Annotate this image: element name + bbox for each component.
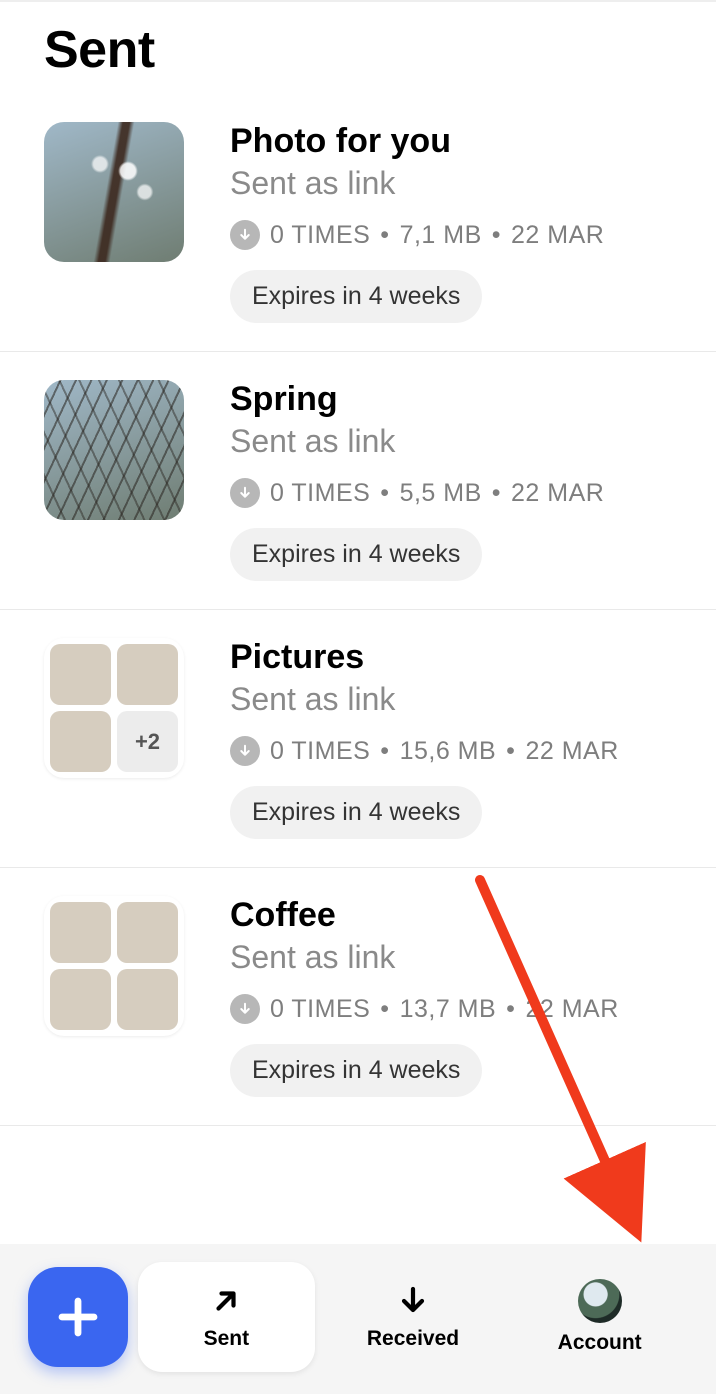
transfer-meta: Spring Sent as link 0 TIMES • 5,5 MB • 22… [230,380,692,581]
transfer-list: Photo for you Sent as link 0 TIMES • 7,1 … [0,94,716,1394]
transfer-subtitle: Sent as link [230,165,692,202]
thumbnail-cell [117,969,178,1030]
transfer-date: 22 MAR [511,479,604,508]
transfer-thumbnail [44,380,184,520]
page-title: Sent [44,20,672,80]
expiry-pill: Expires in 4 weeks [230,528,482,581]
download-count-icon [230,220,260,250]
avatar [578,1279,622,1323]
transfer-size: 15,6 MB [400,737,497,766]
transfer-subtitle: Sent as link [230,939,692,976]
expiry-pill: Expires in 4 weeks [230,1044,482,1097]
download-count: 0 TIMES [270,995,370,1024]
thumbnail-cell [117,902,178,963]
stats-separator: • [380,737,389,766]
transfer-row[interactable]: +2 Pictures Sent as link 0 TIMES • 15,6 MB… [0,610,716,868]
transfer-title: Pictures [230,638,692,677]
transfer-stats: 0 TIMES • 7,1 MB • 22 MAR [230,220,692,250]
transfer-row[interactable]: Spring Sent as link 0 TIMES • 5,5 MB • 22… [0,352,716,610]
stats-separator: • [506,737,515,766]
transfer-meta: Pictures Sent as link 0 TIMES • 15,6 MB •… [230,638,692,839]
transfer-title: Spring [230,380,692,419]
transfer-size: 7,1 MB [400,221,482,250]
transfer-row[interactable]: Coffee Sent as link 0 TIMES • 13,7 MB • 2… [0,868,716,1126]
transfer-date: 22 MAR [511,221,604,250]
stats-separator: • [492,221,501,250]
tab-account[interactable]: Account [511,1262,688,1372]
arrow-up-right-icon [208,1283,244,1319]
expiry-pill: Expires in 4 weeks [230,786,482,839]
plus-icon [54,1293,102,1341]
stats-separator: • [492,479,501,508]
transfer-size: 13,7 MB [400,995,497,1024]
transfer-meta: Coffee Sent as link 0 TIMES • 13,7 MB • 2… [230,896,692,1097]
transfer-stats: 0 TIMES • 5,5 MB • 22 MAR [230,478,692,508]
transfer-subtitle: Sent as link [230,681,692,718]
transfer-thumbnail [44,122,184,262]
transfer-meta: Photo for you Sent as link 0 TIMES • 7,1 … [230,122,692,323]
transfer-date: 22 MAR [525,995,618,1024]
stats-separator: • [380,995,389,1024]
expiry-pill: Expires in 4 weeks [230,270,482,323]
transfer-row[interactable]: Photo for you Sent as link 0 TIMES • 7,1 … [0,94,716,352]
transfer-title: Photo for you [230,122,692,161]
transfer-stats: 0 TIMES • 13,7 MB • 22 MAR [230,994,692,1024]
thumbnail-cell [117,644,178,705]
arrow-down-icon [395,1283,431,1319]
download-count: 0 TIMES [270,479,370,508]
transfer-thumbnail: +2 [44,638,184,778]
download-count: 0 TIMES [270,221,370,250]
download-count: 0 TIMES [270,737,370,766]
tab-label: Account [558,1331,642,1355]
stats-separator: • [380,221,389,250]
transfer-thumbnail [44,896,184,1036]
new-transfer-button[interactable] [28,1267,128,1367]
transfer-subtitle: Sent as link [230,423,692,460]
tab-received[interactable]: Received [325,1262,502,1372]
transfer-title: Coffee [230,896,692,935]
thumbnail-cell [50,644,111,705]
download-count-icon [230,478,260,508]
tab-label: Received [367,1327,459,1351]
thumbnail-cell [50,711,111,772]
transfer-stats: 0 TIMES • 15,6 MB • 22 MAR [230,736,692,766]
download-count-icon [230,994,260,1024]
tab-label: Sent [204,1327,250,1351]
tab-sent[interactable]: Sent [138,1262,315,1372]
stats-separator: • [506,995,515,1024]
stats-separator: • [380,479,389,508]
bottom-nav: Sent Received Account [0,1244,716,1394]
transfer-size: 5,5 MB [400,479,482,508]
transfer-date: 22 MAR [525,737,618,766]
thumbnail-cell [50,902,111,963]
download-count-icon [230,736,260,766]
thumbnail-cell [50,969,111,1030]
thumbnail-more-count: +2 [117,711,178,772]
page-header: Sent [0,2,716,94]
